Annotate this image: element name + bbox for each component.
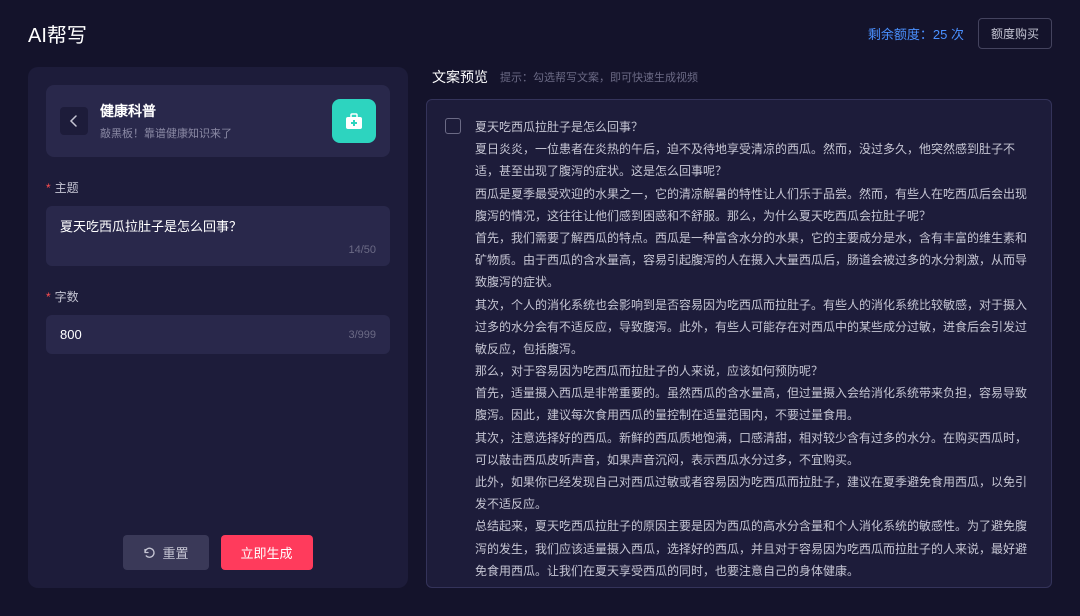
preview-header: 文案预览 提示：勾选帮写文案，即可快速生成视频 bbox=[426, 67, 1052, 99]
quota-label: 剩余额度： bbox=[868, 27, 933, 42]
category-desc: 敲黑板！靠谱健康知识来了 bbox=[100, 125, 320, 141]
preview-content: 夏天吃西瓜拉肚子是怎么回事？ 夏日炎炎，一位患者在炎热的午后，迫不及待地享受清凉… bbox=[426, 99, 1052, 588]
topic-input[interactable] bbox=[60, 218, 376, 233]
category-info: 健康科普 敲黑板！靠谱健康知识来了 bbox=[100, 101, 320, 141]
app-title: AI帮写 bbox=[28, 19, 87, 48]
right-panel: 文案预览 提示：勾选帮写文案，即可快速生成视频 夏天吃西瓜拉肚子是怎么回事？ 夏… bbox=[426, 67, 1052, 588]
words-input-wrap[interactable]: 3/999 bbox=[46, 315, 390, 354]
back-button[interactable] bbox=[60, 107, 88, 135]
category-card: 健康科普 敲黑板！靠谱健康知识来了 bbox=[46, 85, 390, 157]
required-marker: * bbox=[46, 181, 51, 195]
topic-char-count: 14/50 bbox=[348, 244, 376, 256]
topic-label: *主题 bbox=[46, 179, 390, 196]
topic-input-wrap[interactable]: 14/50 bbox=[46, 206, 390, 266]
topic-group: *主题 14/50 bbox=[46, 179, 390, 266]
words-input[interactable] bbox=[60, 327, 348, 342]
words-group: *字数 3/999 bbox=[46, 288, 390, 354]
buy-quota-button[interactable]: 额度购买 bbox=[978, 18, 1052, 49]
medical-kit-icon bbox=[332, 99, 376, 143]
quota-value: 25 次 bbox=[933, 27, 964, 42]
main: 健康科普 敲黑板！靠谱健康知识来了 *主题 14/50 *字数 3/999 bbox=[0, 67, 1080, 616]
app-header: AI帮写 剩余额度：25 次 额度购买 bbox=[0, 0, 1080, 67]
left-panel: 健康科普 敲黑板！靠谱健康知识来了 *主题 14/50 *字数 3/999 bbox=[28, 67, 408, 588]
preview-title: 文案预览 bbox=[432, 67, 488, 87]
words-char-count: 3/999 bbox=[348, 329, 376, 341]
preview-checkbox[interactable] bbox=[445, 118, 461, 134]
reset-button[interactable]: 重置 bbox=[123, 535, 208, 570]
action-row: 重置 立即生成 bbox=[46, 515, 390, 570]
refresh-icon bbox=[143, 546, 156, 559]
quota-text: 剩余额度：25 次 bbox=[868, 24, 964, 44]
generate-button[interactable]: 立即生成 bbox=[221, 535, 313, 570]
preview-hint: 提示：勾选帮写文案，即可快速生成视频 bbox=[500, 69, 698, 85]
category-title: 健康科普 bbox=[100, 101, 320, 121]
preview-text: 夏天吃西瓜拉肚子是怎么回事？ 夏日炎炎，一位患者在炎热的午后，迫不及待地享受清凉… bbox=[475, 116, 1033, 571]
words-label: *字数 bbox=[46, 288, 390, 305]
header-right: 剩余额度：25 次 额度购买 bbox=[868, 18, 1052, 49]
chevron-left-icon bbox=[68, 115, 80, 127]
required-marker: * bbox=[46, 290, 51, 304]
